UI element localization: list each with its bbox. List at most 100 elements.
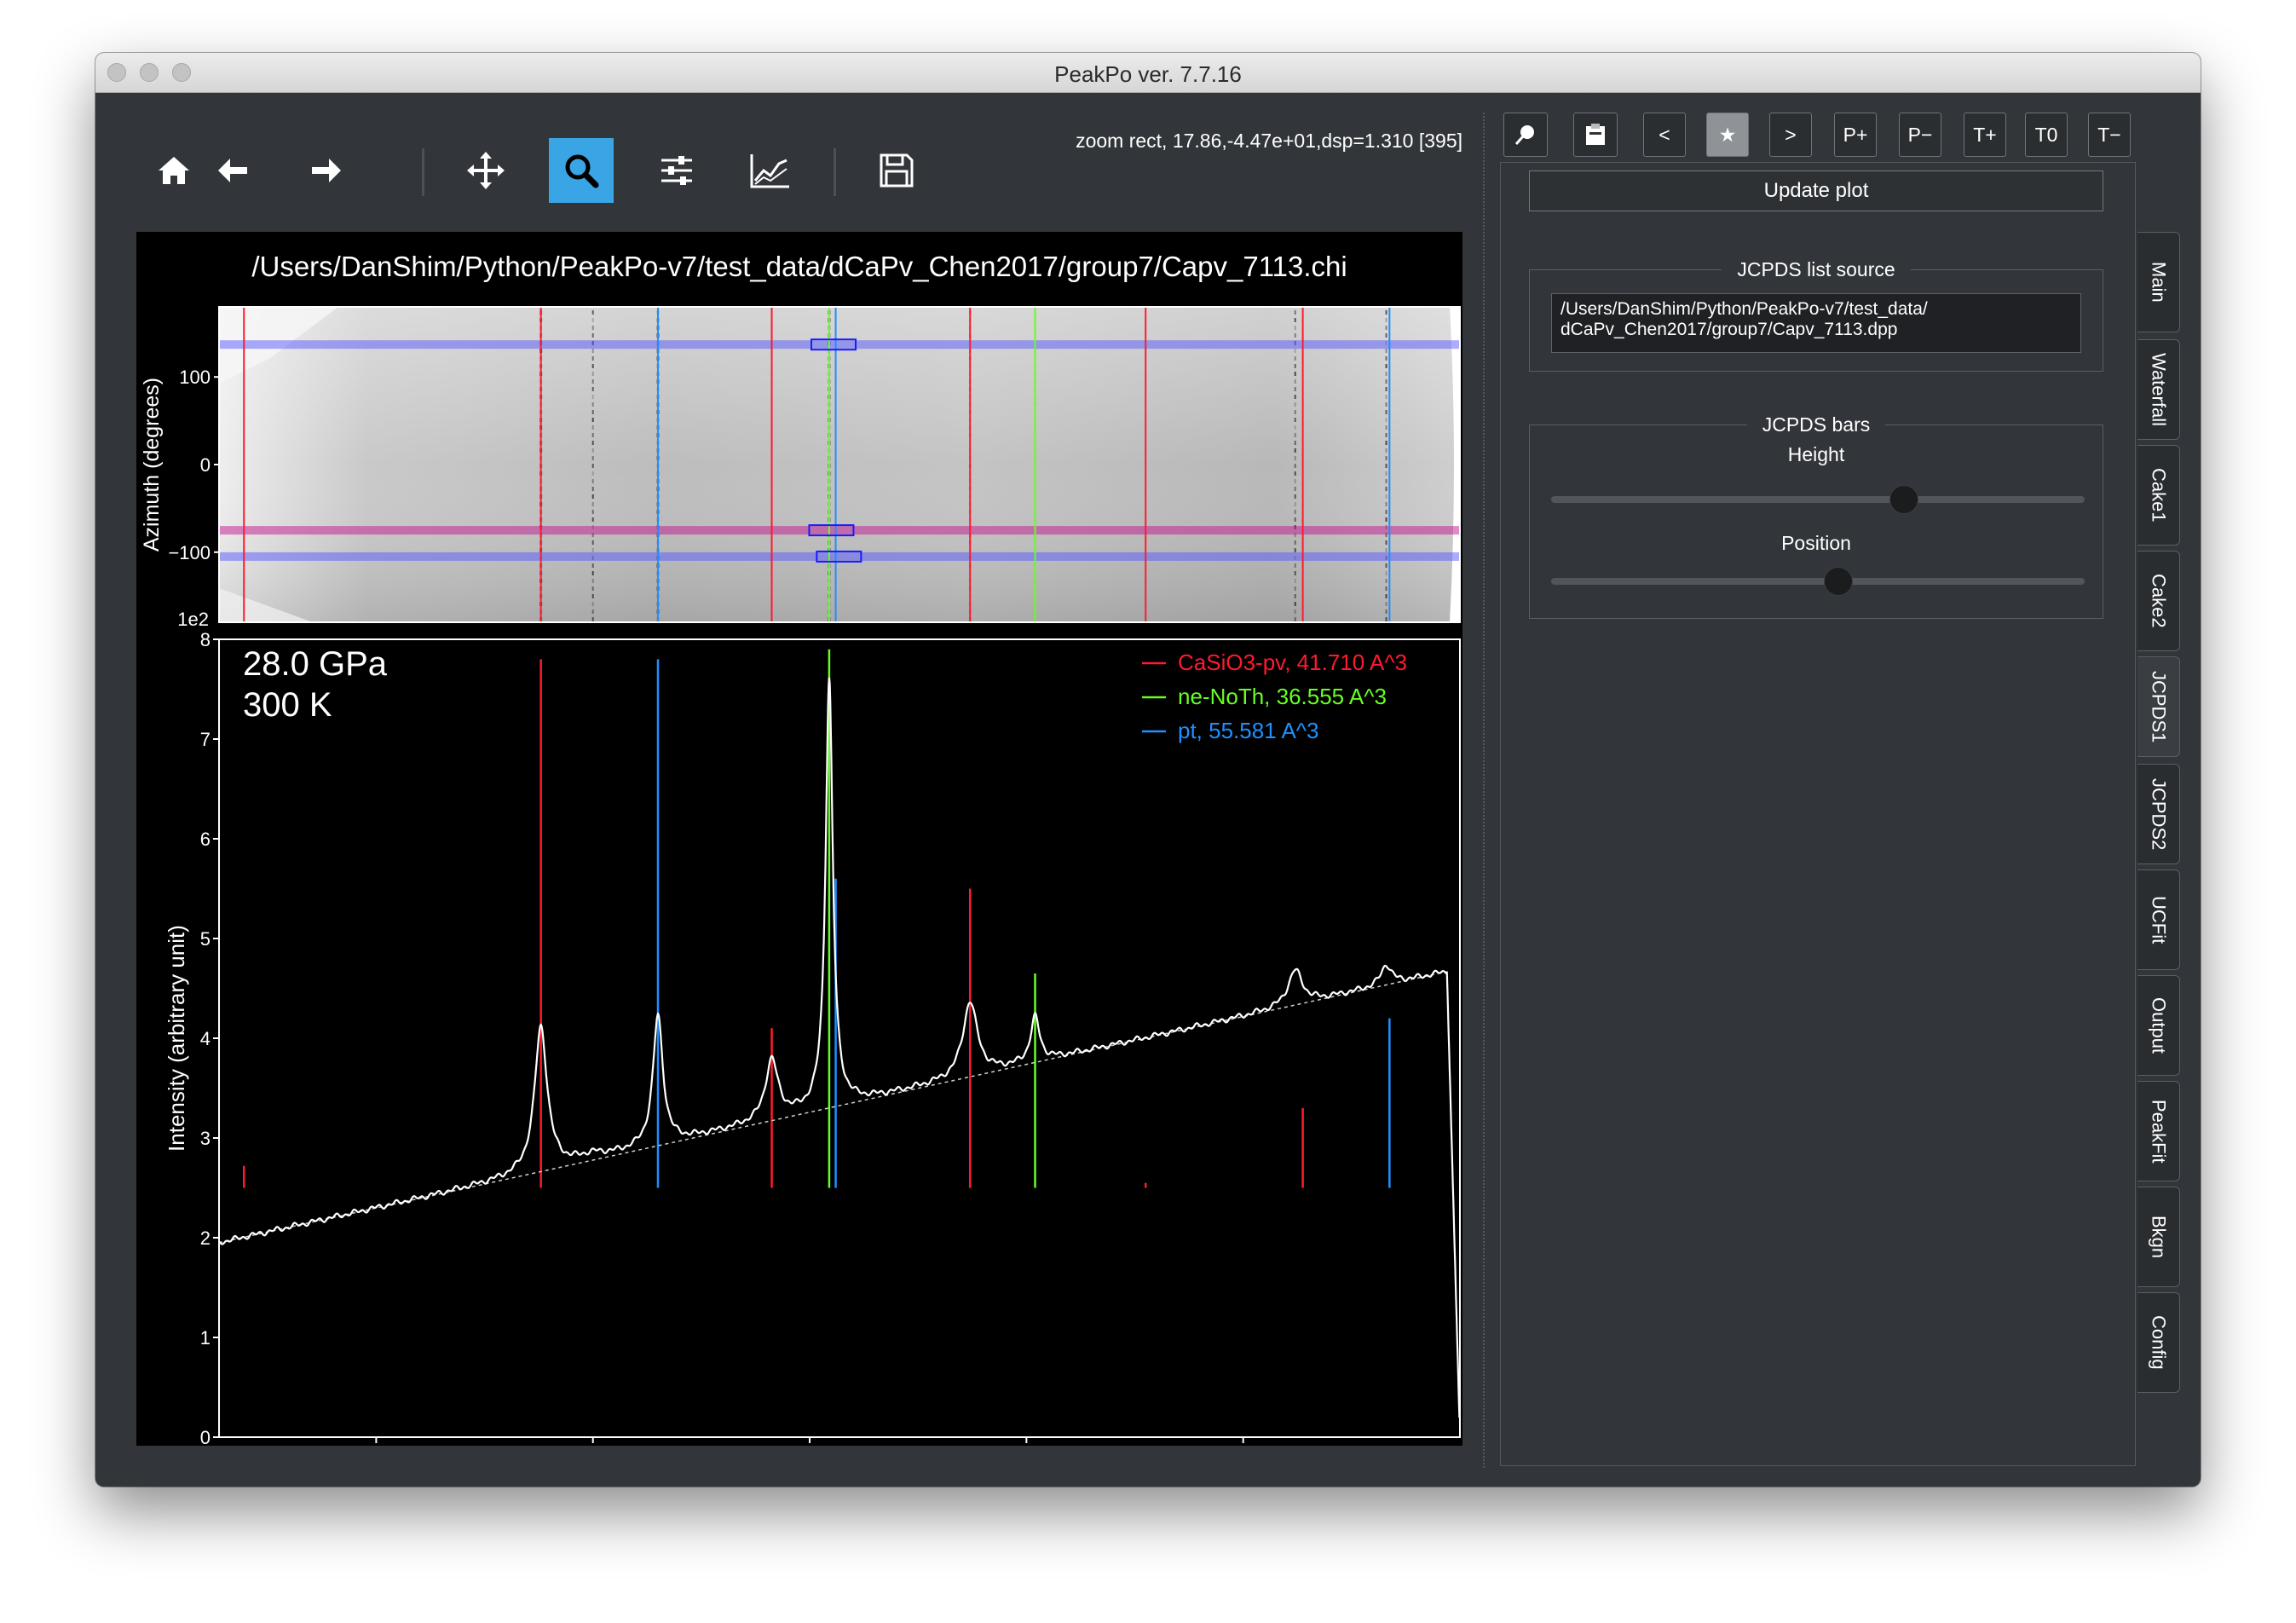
tab-label: Output xyxy=(2148,996,2170,1054)
y-tick-label: 1 xyxy=(200,1327,211,1349)
height-slider[interactable] xyxy=(1551,485,2085,514)
cake-ring-dot xyxy=(591,333,594,338)
cake-ring-dot xyxy=(1385,602,1387,606)
cake-ring-dot xyxy=(591,548,594,552)
arrow-right-icon xyxy=(312,159,341,182)
azimuth-band xyxy=(219,526,1460,535)
jcpds-nav-button-1[interactable]: ★ xyxy=(1706,113,1749,157)
position-slider[interactable] xyxy=(1551,567,2085,596)
cake-ring-dot xyxy=(1294,402,1296,407)
cake-y-scale-label: 1e2 xyxy=(177,609,209,630)
cake-ring-dot xyxy=(1385,487,1387,491)
splitter-handle[interactable] xyxy=(1483,113,1491,1468)
cake-ring-dot xyxy=(1385,510,1387,514)
position-slider-handle[interactable] xyxy=(1823,567,1853,596)
cursor-status: zoom rect, 17.86,-4.47e+01,dsp=1.310 [39… xyxy=(1076,130,1462,152)
cake-ring-dot xyxy=(1294,364,1296,368)
cake-ring-dot xyxy=(1385,349,1387,353)
cake-ring-dot xyxy=(1385,433,1387,437)
cake-ring-dot xyxy=(591,364,594,368)
cake-ring-dot xyxy=(591,586,594,591)
tab-label: Waterfall xyxy=(2148,353,2170,426)
cake-ring-dot xyxy=(1385,563,1387,568)
cake-ring-dot xyxy=(1294,395,1296,399)
path-line-2: dCaPv_Chen2017/group7/Capv_7113.dpp xyxy=(1560,320,1898,339)
cake-ring-dot xyxy=(1385,594,1387,598)
cake-ring-dot xyxy=(1385,402,1387,407)
cake-ring-dot xyxy=(1294,333,1296,338)
cake-ring-dot xyxy=(1385,494,1387,499)
plot-svg[interactable]: 1000−1001e2Azimuth (degrees) 01234567881… xyxy=(136,232,1462,1446)
cake-ring-dot xyxy=(1294,471,1296,476)
cake-ring-dot xyxy=(1385,441,1387,445)
pan-button[interactable] xyxy=(453,138,518,203)
height-label: Height xyxy=(1787,443,1845,465)
y-tick-label: 8 xyxy=(200,629,211,650)
cake-ring-dot xyxy=(591,456,594,460)
tab-jcpds2[interactable]: JCPDS2 xyxy=(2137,764,2180,864)
tab-main[interactable]: Main xyxy=(2137,232,2180,332)
edit-axes-button[interactable] xyxy=(738,138,803,203)
tab-config[interactable]: Config xyxy=(2137,1292,2180,1393)
forward-button[interactable] xyxy=(293,138,358,203)
cake-ring-dot xyxy=(591,395,594,399)
jcpds-nav-button-5[interactable]: T+ xyxy=(1964,113,2006,157)
cake-ring-dot xyxy=(1294,464,1296,468)
cake-ring-dot xyxy=(591,326,594,330)
cake-ring-dot xyxy=(1385,418,1387,422)
cake-ring-dot xyxy=(591,517,594,522)
temperature-label: 300 K xyxy=(243,686,332,724)
pin-icon xyxy=(1514,125,1534,145)
cake-ring-dot xyxy=(591,349,594,353)
jcpds-nav-button-6[interactable]: T0 xyxy=(2025,113,2068,157)
cake-ring-dot xyxy=(591,479,594,483)
height-slider-handle[interactable] xyxy=(1889,485,1918,514)
tab-label: JCPDS1 xyxy=(2148,670,2170,743)
cake-ring-dot xyxy=(1294,494,1296,499)
tab-label: UCFit xyxy=(2148,895,2170,944)
home-button[interactable] xyxy=(141,138,206,203)
cake-ring-dot xyxy=(1294,410,1296,414)
cake-ring-dot xyxy=(1294,579,1296,583)
cake-ring-dot xyxy=(1294,586,1296,591)
figure-canvas[interactable]: /Users/DanShim/Python/PeakPo-v7/test_dat… xyxy=(136,232,1462,1446)
cake-ring-dot xyxy=(1294,433,1296,437)
tab-jcpds1[interactable]: JCPDS1 xyxy=(2137,656,2180,757)
cake-ring-dot xyxy=(1294,326,1296,330)
configure-subplots-button[interactable] xyxy=(644,138,709,203)
jcpds-source-path[interactable]: /Users/DanShim/Python/PeakPo-v7/test_dat… xyxy=(1551,293,2081,353)
cake-ring-dot xyxy=(1385,456,1387,460)
tab-peakfit[interactable]: PeakFit xyxy=(2137,1081,2180,1181)
tab-ucfit[interactable]: UCFit xyxy=(2137,869,2180,970)
zoom-button[interactable] xyxy=(549,138,614,203)
cake-y-tick-label: −100 xyxy=(168,542,211,563)
tab-label: Cake1 xyxy=(2148,468,2170,523)
cake-ring-dot xyxy=(1294,310,1296,315)
save-figure-button[interactable] xyxy=(864,138,929,203)
jcpds-nav-button-3[interactable]: P+ xyxy=(1834,113,1877,157)
y-tick-label: 3 xyxy=(200,1128,211,1149)
cake-ring-dot xyxy=(591,441,594,445)
tab-bkgn[interactable]: Bkgn xyxy=(2137,1187,2180,1287)
legend-entry: pt, 55.581 A^3 xyxy=(1178,718,1318,743)
toolbar-separator xyxy=(422,148,424,196)
jcpds-nav-button-4[interactable]: P− xyxy=(1899,113,1941,157)
jcpds-nav-button-0[interactable]: < xyxy=(1643,113,1686,157)
cake-y-axis-label: Azimuth (degrees) xyxy=(140,378,164,552)
pin-button[interactable] xyxy=(1503,113,1548,157)
cake-ring-dot xyxy=(591,502,594,506)
jcpds-nav-button-7[interactable]: T− xyxy=(2088,113,2131,157)
jcpds-nav-button-2[interactable]: > xyxy=(1769,113,1812,157)
back-button[interactable] xyxy=(201,138,266,203)
floppy-icon xyxy=(880,153,914,188)
cake-ring-dot xyxy=(1294,571,1296,575)
cake-ring-dot xyxy=(1294,318,1296,322)
clipboard-button[interactable] xyxy=(1573,113,1618,157)
cake-ring-dot xyxy=(1385,326,1387,330)
tab-waterfall[interactable]: Waterfall xyxy=(2137,339,2180,440)
tab-output[interactable]: Output xyxy=(2137,975,2180,1076)
tab-cake2[interactable]: Cake2 xyxy=(2137,551,2180,651)
cake-ring-dot xyxy=(1385,502,1387,506)
tab-cake1[interactable]: Cake1 xyxy=(2137,445,2180,546)
update-plot-button[interactable]: Update plot xyxy=(1529,170,2103,211)
